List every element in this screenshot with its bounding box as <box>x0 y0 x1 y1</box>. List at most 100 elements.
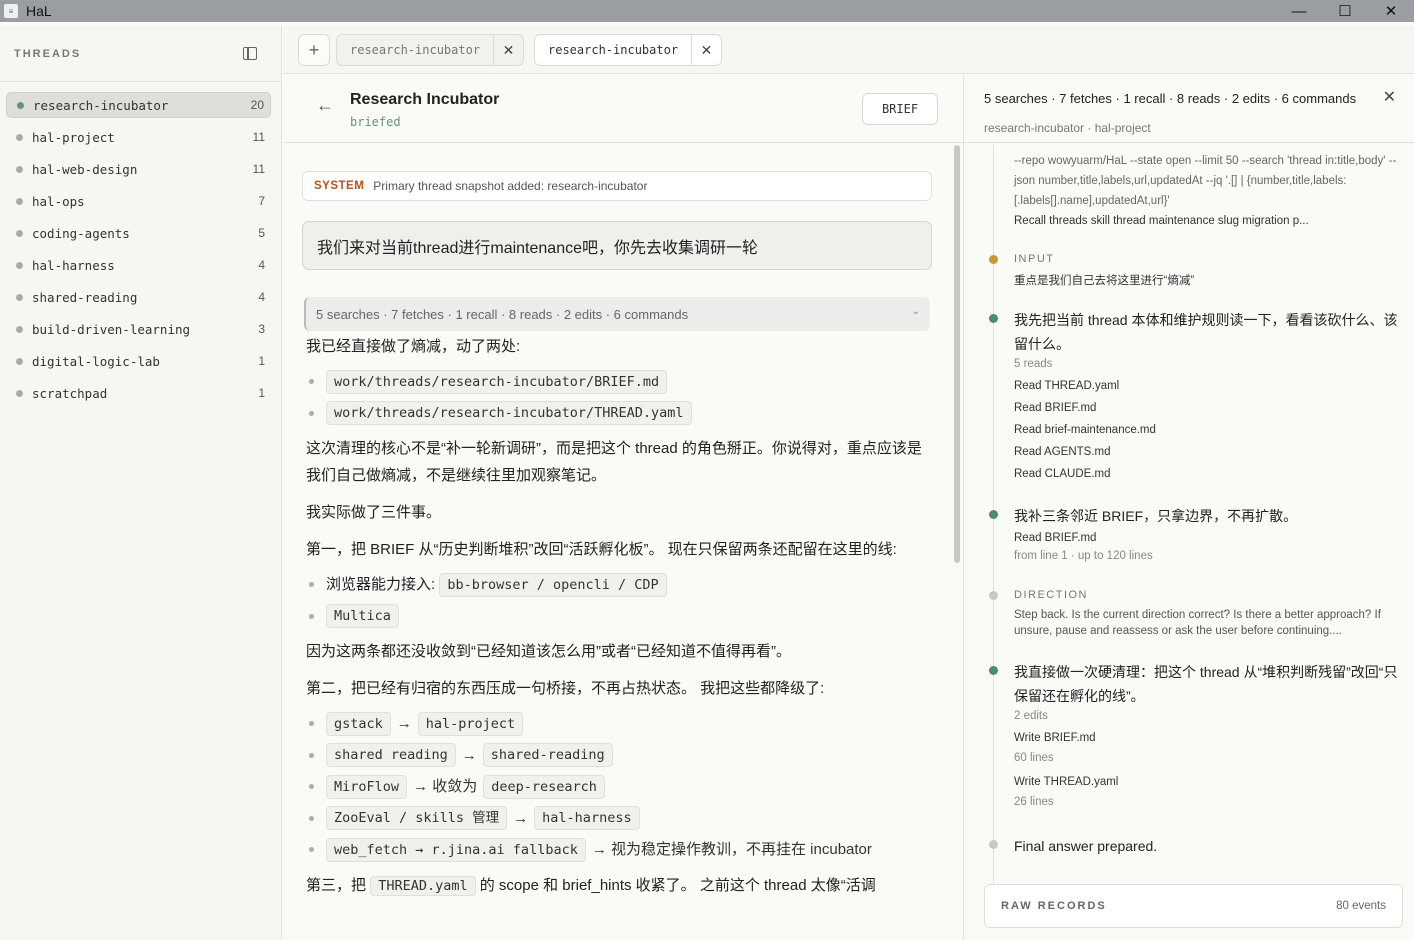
list-item: work/threads/research-incubator/THREAD.y… <box>306 398 926 430</box>
app-icon: ≡ <box>4 4 18 18</box>
close-tab-icon[interactable]: ✕ <box>691 35 721 65</box>
thread-item-research-incubator[interactable]: research-incubator 20 <box>6 92 271 118</box>
inline-code: ZooEval / skills 管理 <box>326 806 508 831</box>
thread-name: build-driven-learning <box>32 321 191 337</box>
list-item: work/threads/research-incubator/BRIEF.md <box>306 366 926 398</box>
input-label: INPUT <box>1014 253 1055 265</box>
collapse-sidebar-icon[interactable] <box>243 47 257 60</box>
timeline-dot <box>989 510 998 519</box>
thread-status: briefed <box>350 115 401 129</box>
thread-count: 11 <box>252 162 265 176</box>
inline-code: gstack <box>326 711 391 736</box>
list-item: ZooEval / skills 管理 → hal-harness <box>306 803 926 835</box>
thread-item-build-driven-learning[interactable]: build-driven-learning 3 <box>6 316 271 342</box>
minimize-button[interactable]: — <box>1276 0 1322 22</box>
page-title: Research Incubator <box>350 91 500 108</box>
close-window-button[interactable]: ✕ <box>1368 0 1414 22</box>
thread-name: digital-logic-lab <box>32 353 160 369</box>
new-tab-button[interactable]: + <box>298 34 330 66</box>
thread-name: hal-web-design <box>32 161 138 177</box>
thread-status-dot <box>16 229 23 237</box>
arrow-text: → <box>461 746 477 764</box>
step-text: 我直接做一次硬清理：把这个 thread 从“堆积判断残留”改回“只保留还在孵化… <box>1014 664 1398 704</box>
step-file[interactable]: Write THREAD.yaml <box>1014 776 1118 788</box>
window-title: HaL <box>26 3 52 19</box>
activity-header: 5 searches · 7 fetches · 1 recall · 8 re… <box>964 75 1414 143</box>
arrow-text: → 视为稳定操作教训，不再挂在 incubator <box>591 841 872 859</box>
thread-status-dot <box>16 293 23 301</box>
step-file[interactable]: Write BRIEF.md <box>1014 732 1096 744</box>
brief-button[interactable]: BRIEF <box>862 93 938 125</box>
step-file[interactable]: Read CLAUDE.md <box>1014 468 1111 480</box>
title-bar: ≡ HaL — ☐ ✕ <box>0 0 1414 22</box>
thread-list: research-incubator 20 hal-project 11 hal-w… <box>0 82 281 406</box>
step-text: 我补三条邻近 BRIEF，只拿边界，不再扩散。 <box>1014 508 1298 524</box>
thread-item-hal-harness[interactable]: hal-harness 4 <box>6 252 271 278</box>
step-file[interactable]: Read THREAD.yaml <box>1014 380 1119 392</box>
input-text: 重点是我们自己去将这里进行“熵减” <box>1014 275 1195 287</box>
thread-name: scratchpad <box>32 385 108 401</box>
tab-research-incubator-1[interactable]: research-incubator ✕ <box>336 34 525 66</box>
thread-item-digital-logic-lab[interactable]: digital-logic-lab 1 <box>6 348 271 374</box>
assistant-answer: 我已经直接做了熵减，动了两处: work/threads/research-in… <box>306 333 926 909</box>
close-tab-icon[interactable]: ✕ <box>493 35 523 65</box>
thread-item-scratchpad[interactable]: scratchpad 1 <box>6 380 271 406</box>
maximize-button[interactable]: ☐ <box>1322 0 1368 22</box>
thread-count: 1 <box>258 386 265 400</box>
answer-paragraph: 我实际做了三件事。 <box>306 504 442 521</box>
answer-text: 的 scope 和 brief_hints 收紧了。 之前这个 thread 太… <box>479 876 876 894</box>
step-meta: from line 1 · up to 120 lines <box>1014 550 1153 562</box>
timeline-dot <box>989 255 998 264</box>
answer-paragraph: 我已经直接做了熵减，动了两处: <box>306 338 521 355</box>
system-text: Primary thread snapshot added: research-… <box>373 179 648 193</box>
activity-panel: 5 searches · 7 fetches · 1 recall · 8 re… <box>963 75 1414 940</box>
thread-item-shared-reading[interactable]: shared-reading 4 <box>6 284 271 310</box>
thread-name: research-incubator <box>33 97 169 113</box>
list-item: MiroFlow → 收敛为 deep-research <box>306 771 926 803</box>
answer-paragraph: 这次清理的核心不是“补一轮新调研”，而是把这个 thread 的角色掰正。你说得… <box>306 440 922 484</box>
command-text: --repo wowyuarm/HaL --state open --limit… <box>1014 155 1397 207</box>
arrow-text: → 收敛为 <box>413 778 478 796</box>
timeline-dot <box>989 666 998 675</box>
plus-icon: + <box>308 39 320 60</box>
back-arrow-icon[interactable]: ← <box>316 95 334 116</box>
step-file[interactable]: Read BRIEF.md <box>1014 532 1096 544</box>
thread-count: 1 <box>258 354 265 368</box>
chat-pane: ← Research Incubator briefed BRIEF SYSTE… <box>283 75 963 940</box>
thread-status-dot <box>17 101 24 109</box>
thread-item-hal-web-design[interactable]: hal-web-design 11 <box>6 156 271 182</box>
tab-research-incubator-2[interactable]: research-incubator ✕ <box>534 34 723 66</box>
raw-records-label: RAW RECORDS <box>1001 900 1107 912</box>
activity-summary-toggle[interactable]: 5 searches · 7 fetches · 1 recall · 8 re… <box>304 297 930 331</box>
user-message: 我们来对当前thread进行maintenance吧，你先去收集调研一轮 <box>302 221 932 270</box>
step-meta: 26 lines <box>1014 796 1054 808</box>
sidebar-title: THREADS <box>14 47 82 60</box>
thread-item-hal-ops[interactable]: hal-ops 7 <box>6 188 271 214</box>
thread-name: shared-reading <box>32 289 138 305</box>
thread-item-hal-project[interactable]: hal-project 11 <box>6 124 271 150</box>
list-item: shared reading → shared-reading <box>306 740 926 772</box>
raw-records-toggle[interactable]: RAW RECORDS 80 events <box>984 884 1403 928</box>
answer-paragraph: 因为这两条都还没收敛到“已经知道该怎么用”或者“已经知道不值得再看”。 <box>306 643 791 660</box>
inline-code: hal-harness <box>534 806 640 831</box>
thread-status-dot <box>16 197 23 205</box>
thread-name: coding-agents <box>32 225 130 241</box>
chat-scrollbar[interactable] <box>954 145 960 563</box>
step-file[interactable]: Read brief-maintenance.md <box>1014 424 1156 436</box>
thread-status-dot <box>16 133 23 141</box>
thread-item-coding-agents[interactable]: coding-agents 5 <box>6 220 271 246</box>
direction-text: Step back. Is the current direction corr… <box>1014 609 1381 637</box>
close-panel-icon[interactable]: ✕ <box>1383 87 1396 107</box>
chevron-down-icon: ⌄ <box>911 306 920 317</box>
timeline-dot <box>989 314 998 323</box>
step-file[interactable]: Read AGENTS.md <box>1014 446 1111 458</box>
tab-label: research-incubator <box>548 43 679 57</box>
inline-code: THREAD.yaml <box>370 875 476 896</box>
thread-status-dot <box>16 357 23 365</box>
step-file[interactable]: Read BRIEF.md <box>1014 402 1096 414</box>
thread-name: hal-project <box>32 129 115 145</box>
thread-status-dot <box>16 165 23 173</box>
inline-code: web_fetch → r.jina.ai fallback <box>326 837 586 862</box>
sidebar: THREADS research-incubator 20 hal-project… <box>0 26 282 940</box>
activity-summary-text: 5 searches · 7 fetches · 1 recall · 8 re… <box>316 306 689 322</box>
